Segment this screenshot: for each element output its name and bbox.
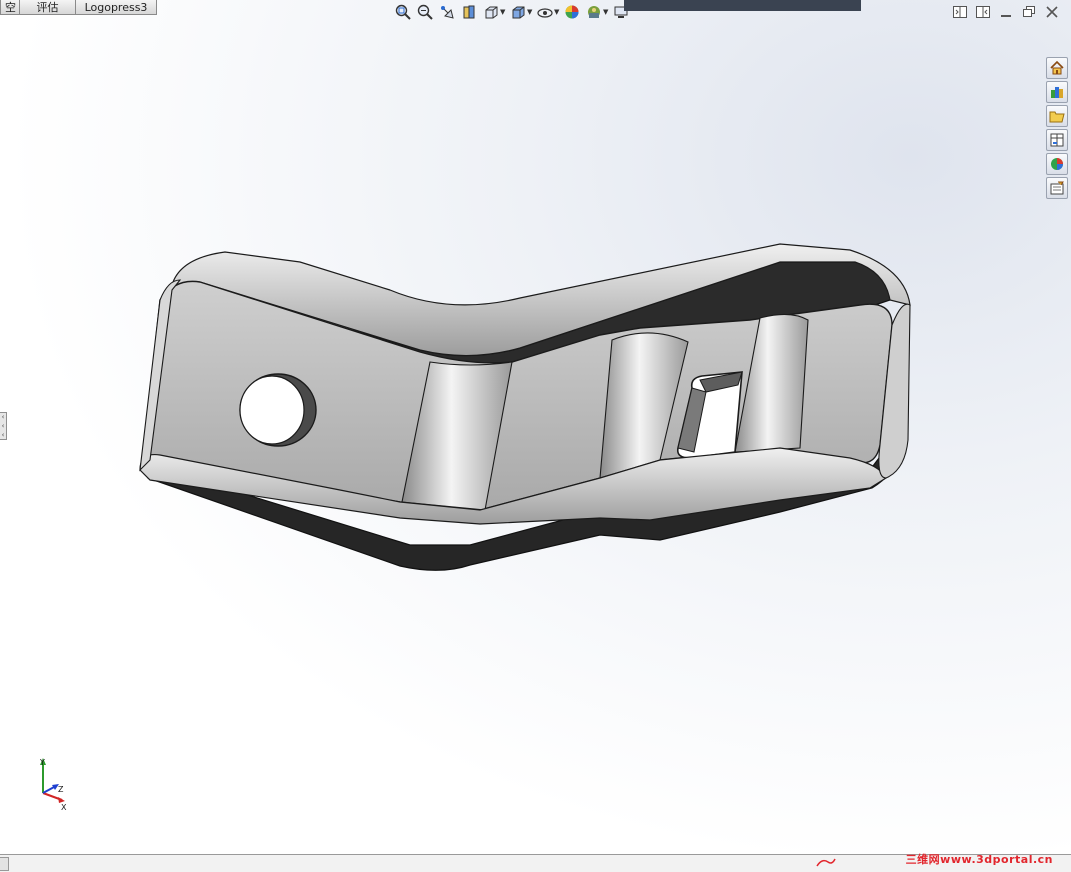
sheet-metal-part-model[interactable]: [0, 0, 1071, 872]
watermark-text: 三维网www.3dportal.cn: [905, 853, 1053, 866]
round-hole: [239, 375, 305, 445]
watermark-logo-icon: [816, 858, 836, 867]
reference-triad: Y Z X: [39, 758, 67, 812]
triad-x-label: X: [61, 803, 67, 812]
triad-y-label: Y: [39, 758, 45, 767]
graphics-area[interactable]: 空 评估 Logopress3 ▼ ▼ ▼ ▼ ‹ ‹ ‹ Y Z X 三维网w…: [0, 0, 1071, 872]
triad-z-label: Z: [58, 785, 64, 794]
status-bar-handle[interactable]: [0, 857, 9, 871]
